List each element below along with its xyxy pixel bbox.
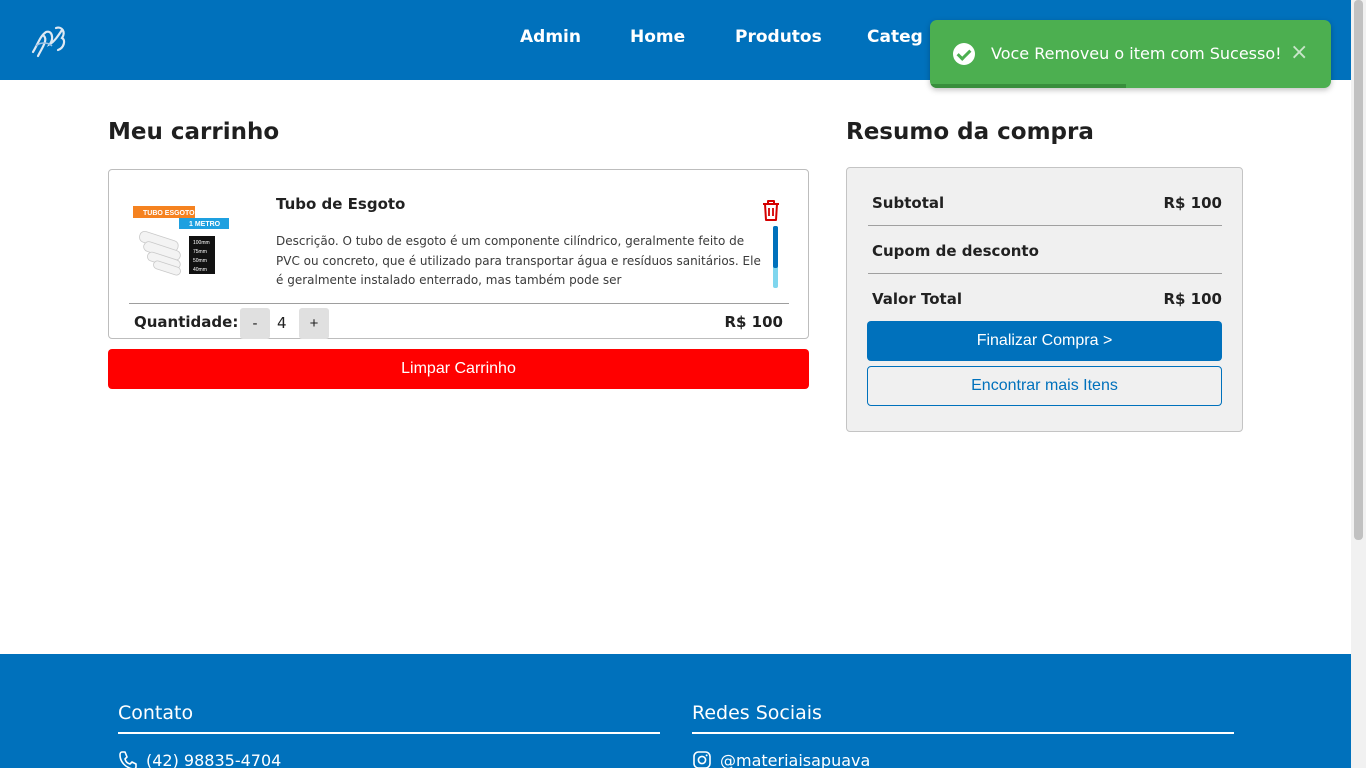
- summary-title: Resumo da compra: [846, 119, 1094, 145]
- coupon-label[interactable]: Cupom de desconto: [872, 242, 1039, 260]
- product-image[interactable]: TUBO ESGOTO 1 METRO 100mm 75mm 50mm 40mm: [131, 200, 231, 280]
- total-label: Valor Total: [872, 290, 962, 308]
- phone-number[interactable]: (42) 98835-4704: [146, 751, 281, 768]
- toast-progress-bar: [930, 84, 1127, 88]
- toast-close-button[interactable]: ×: [1290, 40, 1308, 66]
- trash-icon[interactable]: [760, 198, 782, 222]
- checkout-button[interactable]: Finalizar Compra >: [867, 321, 1222, 361]
- order-summary: Subtotal R$ 100 Cupom de desconto Valor …: [846, 167, 1243, 432]
- find-more-items-button[interactable]: Encontrar mais Itens: [867, 366, 1222, 406]
- nav-home[interactable]: Home: [630, 27, 735, 47]
- phone-icon: [119, 751, 137, 768]
- phone-contact[interactable]: (42) 98835-4704: [118, 750, 660, 768]
- decrease-quantity-button[interactable]: -: [240, 308, 270, 339]
- clear-cart-button[interactable]: Limpar Carrinho: [108, 349, 809, 389]
- subtotal-row: Subtotal R$ 100: [872, 194, 1222, 212]
- image-label-50: 50mm: [193, 258, 207, 264]
- description-scrollbar-thumb[interactable]: [773, 226, 778, 268]
- nav-admin[interactable]: Admin: [520, 27, 630, 47]
- product-name: Tubo de Esgoto: [276, 195, 406, 213]
- cart-title: Meu carrinho: [108, 119, 280, 145]
- coupon-row[interactable]: Cupom de desconto: [872, 242, 1222, 260]
- image-label-metro: 1 METRO: [189, 221, 221, 228]
- social-title: Redes Sociais: [692, 702, 1234, 734]
- brand-logo[interactable]: [28, 22, 70, 64]
- instagram-icon: [693, 751, 711, 768]
- item-price: R$ 100: [724, 313, 783, 331]
- main-nav: Admin Home Produtos Categ: [520, 27, 947, 47]
- quantity-value: 4: [277, 314, 287, 332]
- quantity-label: Quantidade:: [134, 313, 239, 331]
- total-value: R$ 100: [1163, 290, 1222, 308]
- subtotal-value: R$ 100: [1163, 194, 1222, 212]
- contact-title: Contato: [118, 702, 660, 734]
- success-toast: Voce Removeu o item com Sucesso! ×: [930, 20, 1331, 88]
- subtotal-label: Subtotal: [872, 194, 945, 212]
- instagram-handle[interactable]: @materiaisapuava: [720, 751, 870, 768]
- product-description: Descrição. O tubo de esgoto é um compone…: [276, 234, 761, 287]
- cart-item-card: TUBO ESGOTO 1 METRO 100mm 75mm 50mm 40mm…: [108, 169, 809, 339]
- total-row: Valor Total R$ 100: [872, 290, 1222, 308]
- check-circle-icon: [953, 43, 975, 65]
- image-label-40: 40mm: [193, 267, 207, 273]
- page-scrollbar[interactable]: [1351, 0, 1366, 768]
- footer: Contato (42) 98835-4704 Redes Sociais @m…: [0, 654, 1351, 768]
- image-label-tubo: TUBO ESGOTO: [143, 210, 195, 217]
- summary-divider: [868, 273, 1222, 274]
- card-divider: [129, 303, 789, 304]
- description-scrollbar[interactable]: [773, 226, 778, 288]
- footer-social: Redes Sociais @materiaisapuava: [692, 702, 1234, 768]
- summary-divider: [868, 225, 1222, 226]
- toast-message: Voce Removeu o item com Sucesso!: [991, 44, 1282, 63]
- page-scrollbar-thumb[interactable]: [1354, 0, 1363, 540]
- footer-contact: Contato (42) 98835-4704: [118, 702, 660, 768]
- nav-produtos[interactable]: Produtos: [735, 27, 867, 47]
- image-label-100: 100mm: [193, 240, 210, 246]
- image-label-75: 75mm: [193, 249, 207, 255]
- increase-quantity-button[interactable]: +: [299, 308, 329, 339]
- instagram-link[interactable]: @materiaisapuava: [692, 750, 1234, 768]
